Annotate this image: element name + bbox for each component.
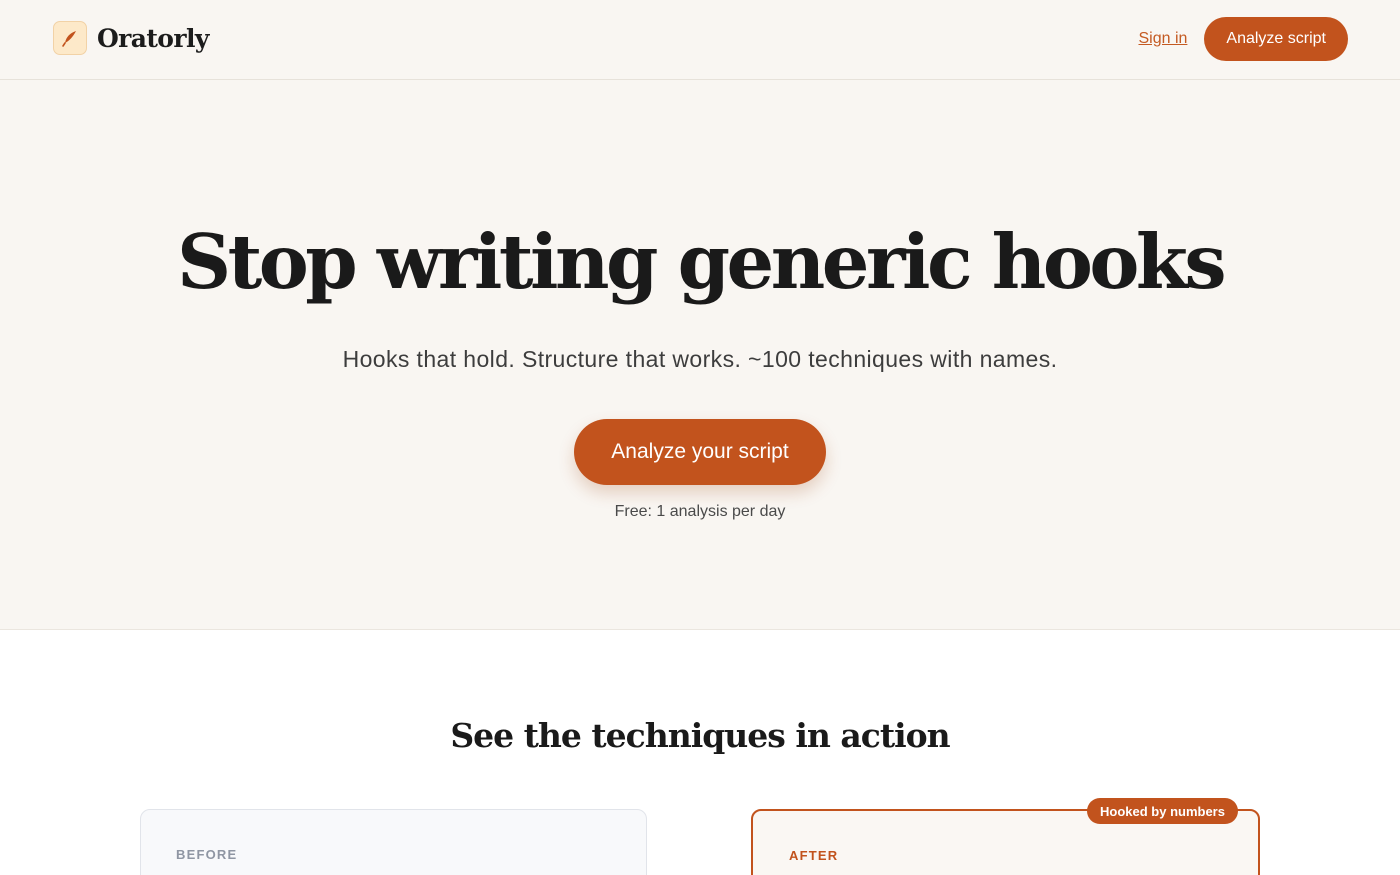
- hero-subtitle: Hooks that hold. Structure that works. ~…: [342, 346, 1058, 372]
- brand-name: Oratorly: [97, 23, 209, 53]
- hero-title: Stop writing generic hooks: [176, 218, 1227, 306]
- analyze-your-script-button[interactable]: Analyze your script: [574, 419, 826, 485]
- top-nav: Oratorly Sign in Analyze script: [0, 0, 1400, 80]
- before-card: BEFORE: [140, 809, 647, 875]
- before-label: BEFORE: [176, 847, 238, 862]
- quill-icon: [53, 21, 87, 55]
- nav-actions: Sign in Analyze script: [1138, 17, 1348, 61]
- analyze-script-button[interactable]: Analyze script: [1204, 17, 1348, 61]
- brand[interactable]: Oratorly: [53, 21, 209, 55]
- free-plan-note: Free: 1 analysis per day: [614, 503, 786, 520]
- sign-in-link[interactable]: Sign in: [1138, 30, 1187, 48]
- hero-section: Stop writing generic hooks Hooks that ho…: [0, 80, 1400, 630]
- examples-heading: See the techniques in action: [450, 716, 950, 755]
- technique-tag: Hooked by numbers: [1087, 798, 1238, 824]
- after-label: AFTER: [789, 848, 839, 863]
